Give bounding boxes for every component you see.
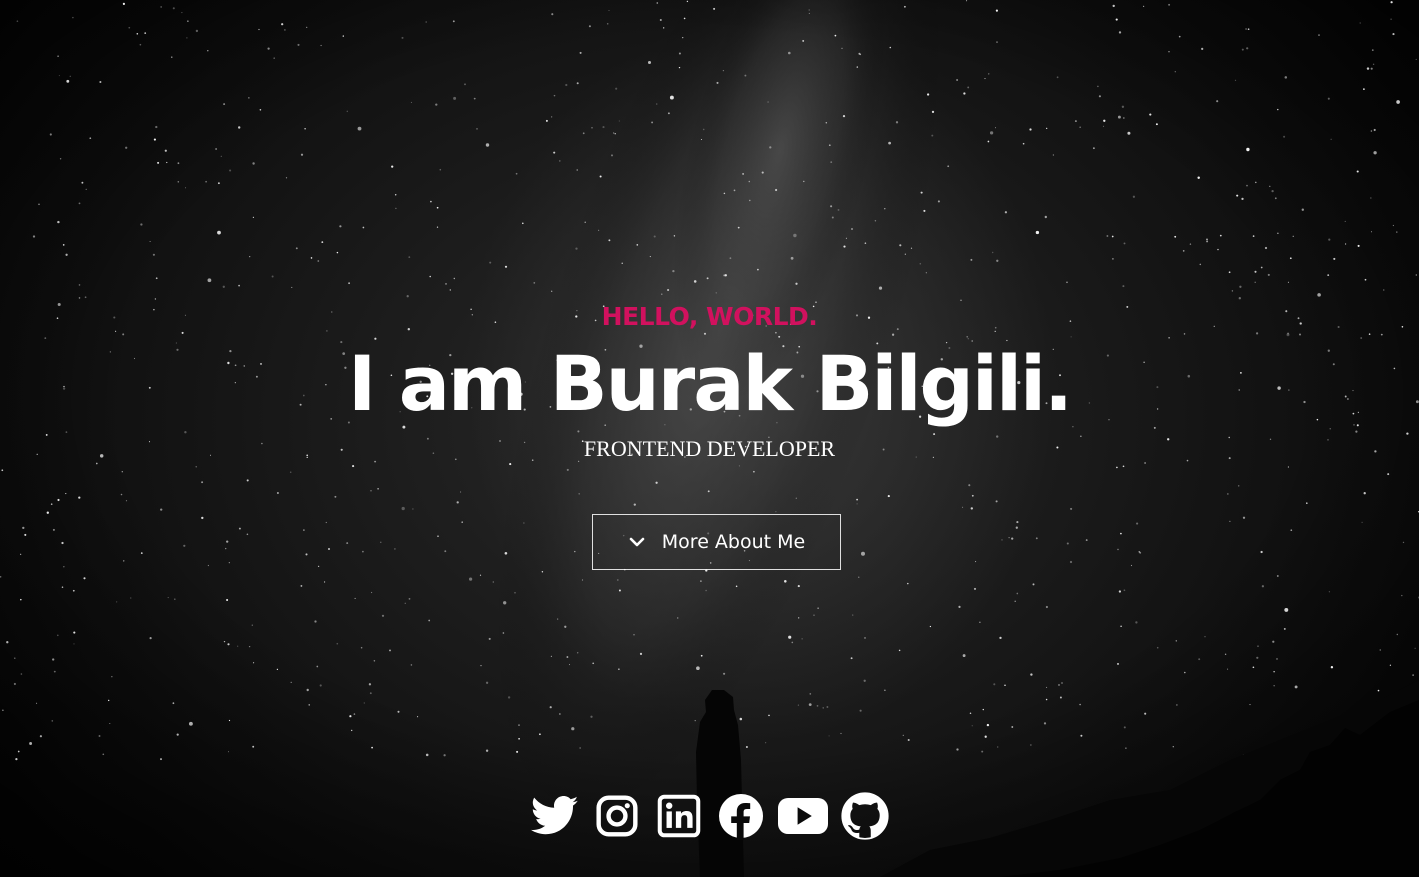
chevron-down-icon: [628, 533, 646, 551]
facebook-icon: [717, 792, 765, 840]
more-about-me-label: More About Me: [661, 531, 806, 553]
github-link[interactable]: [840, 792, 890, 840]
linkedin-icon: [657, 794, 701, 838]
twitter-link[interactable]: [530, 792, 580, 840]
instagram-link[interactable]: [592, 792, 642, 840]
more-about-me-button[interactable]: More About Me: [592, 514, 841, 570]
hero-name-heading: I am Burak Bilgili.: [348, 339, 1073, 428]
youtube-link[interactable]: [777, 792, 829, 840]
youtube-icon: [777, 796, 829, 836]
hero-greeting: HELLO, WORLD.: [601, 302, 818, 331]
linkedin-link[interactable]: [654, 792, 704, 840]
hero-role: FRONTEND DEVELOPER: [583, 436, 836, 461]
social-links: [0, 792, 1419, 840]
facebook-link[interactable]: [716, 792, 766, 840]
github-icon: [840, 792, 889, 840]
twitter-icon: [530, 795, 579, 837]
instagram-icon: [595, 794, 639, 838]
hero-content: HELLO, WORLD. I am Burak Bilgili. FRONTE…: [0, 296, 1419, 464]
